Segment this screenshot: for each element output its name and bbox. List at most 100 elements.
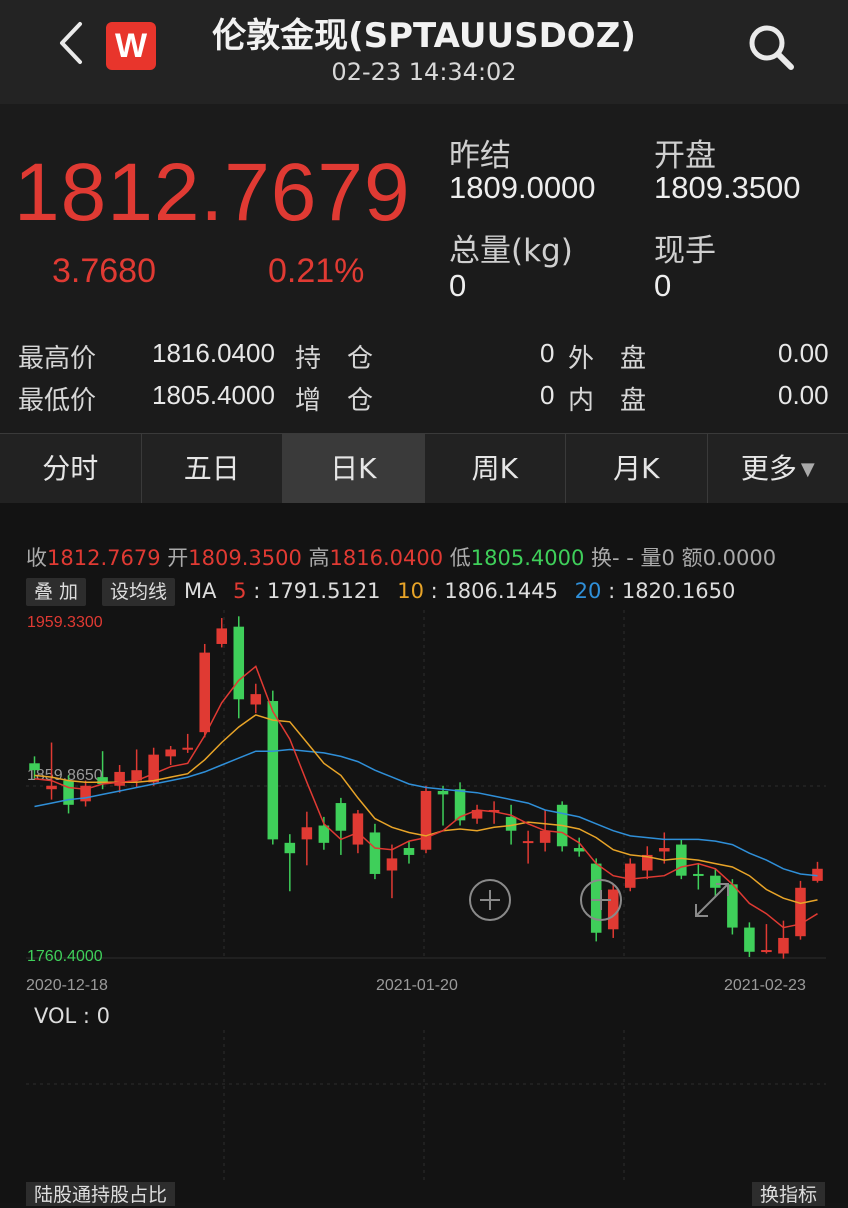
zoom-in-icon[interactable] <box>470 880 510 920</box>
candle-body <box>148 755 159 783</box>
outer-label: 外 盘 <box>568 338 646 375</box>
open-interest-label: 持 仓 <box>295 338 373 375</box>
vol-label: 量 <box>641 546 662 570</box>
tab-weekly-k[interactable]: 周K <box>425 434 567 504</box>
candle-body <box>387 858 398 870</box>
low-label: 最低价 <box>18 380 96 417</box>
candle-body <box>182 748 193 750</box>
candle-body <box>199 653 210 733</box>
low-value-chart: 1805.4000 <box>471 546 585 570</box>
search-icon[interactable] <box>744 20 800 72</box>
candle-body <box>336 803 347 831</box>
tab-daily-k[interactable]: 日K <box>283 434 425 504</box>
high-value-chart: 1816.0400 <box>330 546 444 570</box>
fullscreen-icon[interactable] <box>696 884 728 916</box>
candle-body <box>233 627 244 700</box>
candle-body <box>302 827 313 839</box>
candle-body <box>608 890 619 930</box>
candle-body <box>404 848 415 855</box>
candle-body <box>114 772 125 786</box>
price-change-pct: 0.21% <box>268 252 364 291</box>
add-position-value: 0 <box>540 380 554 411</box>
turnover-value: - - <box>612 546 634 570</box>
high-label-chart: 高 <box>309 546 330 570</box>
candlestick-chart[interactable]: 1959.3300 1859.8650 1760.4000 2020-12-18… <box>0 610 848 1010</box>
low-label-chart: 低 <box>450 546 471 570</box>
inner-label: 内 盘 <box>568 380 646 417</box>
ma-legend: MA 5 : 1791.5121 10 : 1806.1445 20 : 182… <box>184 579 735 603</box>
candle-body <box>591 864 602 933</box>
northbound-holding-button[interactable]: 陆股通持股占比 <box>26 1182 175 1206</box>
candle-body <box>421 791 432 850</box>
volume-label: 总量(kg) <box>449 225 573 270</box>
candle-body <box>778 938 789 954</box>
high-value: 1816.0400 <box>152 338 275 369</box>
low-value: 1805.4000 <box>152 380 275 411</box>
candle-body <box>761 950 772 952</box>
ma20-value: 1820.1650 <box>622 579 736 603</box>
caret-down-icon: ▼ <box>801 459 815 480</box>
y-min-label: 1760.4000 <box>27 948 103 965</box>
set-ma-button[interactable]: 设均线 <box>102 578 175 606</box>
open-interest-value: 0 <box>540 338 554 369</box>
candle-body <box>710 876 721 888</box>
vol-value: 0 <box>662 546 675 570</box>
switch-indicator-button[interactable]: 换指标 <box>752 1182 825 1206</box>
prev-close-label: 昨结 <box>449 130 511 175</box>
candle-body <box>165 749 176 756</box>
x-label-start: 2020-12-18 <box>26 977 108 994</box>
candle-body <box>693 874 704 876</box>
last-price: 1812.7679 <box>14 146 411 240</box>
candle-body <box>285 843 296 853</box>
page-title: 伦敦金现(SPTAUUSDOZ) <box>0 8 848 57</box>
volume-indicator: VOL : 0 <box>34 1004 110 1028</box>
ma20-key: 20 <box>575 579 602 603</box>
candle-body <box>63 781 74 805</box>
overlay-button[interactable]: 叠 加 <box>26 578 86 606</box>
close-value: 1812.7679 <box>47 546 161 570</box>
ma5-key: 5 <box>233 579 246 603</box>
candle-body <box>574 848 585 851</box>
ma10-key: 10 <box>397 579 424 603</box>
x-label-end: 2021-02-23 <box>724 977 806 994</box>
high-label: 最高价 <box>18 338 96 375</box>
candle-body <box>216 628 227 644</box>
candle-body <box>795 888 806 936</box>
candle-body <box>676 845 687 876</box>
y-max-label: 1959.3300 <box>27 614 103 631</box>
candle-body <box>625 864 636 888</box>
ma5-value: 1791.5121 <box>267 579 381 603</box>
candle-body <box>659 848 670 851</box>
period-tabs: 分时 五日 日K 周K 月K 更多▼ <box>0 433 848 505</box>
open-label-chart: 开 <box>167 546 188 570</box>
tab-intraday[interactable]: 分时 <box>0 434 142 504</box>
volume-grid <box>0 1030 848 1180</box>
candle-body <box>29 763 40 770</box>
amount-value: 0.0000 <box>703 546 776 570</box>
candle-body <box>744 928 755 952</box>
volume-value: 0 <box>449 268 466 304</box>
tab-more[interactable]: 更多▼ <box>708 434 848 504</box>
turnover-label: 换 <box>591 546 612 570</box>
inner-value: 0.00 <box>778 380 829 411</box>
open-value-chart: 1809.3500 <box>188 546 302 570</box>
ohlc-info-line: 收1812.7679 开1809.3500 高1816.0400 低1805.4… <box>26 542 776 572</box>
top-bar: W 伦敦金现(SPTAUUSDOZ) 02-23 14:34:02 <box>0 0 848 104</box>
tab-more-label: 更多 <box>741 452 797 485</box>
ma10-value: 1806.1445 <box>444 579 558 603</box>
tab-five-day[interactable]: 五日 <box>142 434 284 504</box>
quote-time: 02-23 14:34:02 <box>0 58 848 86</box>
add-position-label: 增 仓 <box>295 380 373 417</box>
amount-label: 额 <box>682 546 703 570</box>
candle-body <box>268 701 279 839</box>
candle-body <box>523 841 534 843</box>
current-hand-value: 0 <box>654 268 671 304</box>
open-value: 1809.3500 <box>654 170 801 206</box>
candle-body <box>540 831 551 843</box>
candle-body <box>438 791 449 794</box>
outer-value: 0.00 <box>778 338 829 369</box>
tab-monthly-k[interactable]: 月K <box>566 434 708 504</box>
candle-body <box>251 694 262 704</box>
close-label: 收 <box>26 546 47 570</box>
open-label: 开盘 <box>654 130 716 175</box>
